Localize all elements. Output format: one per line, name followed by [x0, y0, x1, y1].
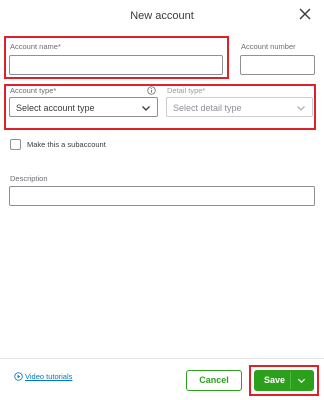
video-tutorials-label: Video tutorials: [25, 372, 73, 381]
subaccount-label: Make this a subaccount: [27, 140, 106, 149]
close-icon[interactable]: [298, 7, 312, 21]
dialog-header: New account: [0, 0, 324, 34]
save-button[interactable]: Save: [254, 370, 314, 391]
info-icon[interactable]: [147, 86, 156, 95]
account-type-label: Account type*: [10, 86, 57, 95]
account-type-select[interactable]: Select account type: [9, 97, 158, 117]
account-type-value: Select account type: [16, 103, 95, 113]
detail-type-select[interactable]: Select detail type: [166, 97, 313, 117]
chevron-down-icon: [142, 106, 150, 111]
chevron-down-icon[interactable]: [297, 376, 306, 385]
dialog-title: New account: [130, 10, 194, 22]
chevron-down-icon: [297, 106, 305, 111]
account-name-input[interactable]: [9, 55, 223, 75]
play-circle-icon: [14, 372, 23, 381]
description-input[interactable]: [9, 186, 315, 206]
account-name-label: Account name*: [10, 42, 61, 51]
save-label: Save: [264, 375, 286, 385]
subaccount-checkbox[interactable]: [10, 139, 21, 150]
save-divider: [290, 372, 291, 389]
cancel-button[interactable]: Cancel: [186, 370, 242, 391]
video-tutorials-link[interactable]: Video tutorials: [14, 372, 72, 381]
account-number-label: Account number: [241, 42, 296, 51]
detail-type-value: Select detail type: [173, 103, 242, 113]
account-number-input[interactable]: [240, 55, 315, 75]
description-label: Description: [10, 174, 48, 183]
detail-type-label: Detail type*: [167, 86, 206, 95]
save-button-highlight: Save: [249, 365, 319, 396]
